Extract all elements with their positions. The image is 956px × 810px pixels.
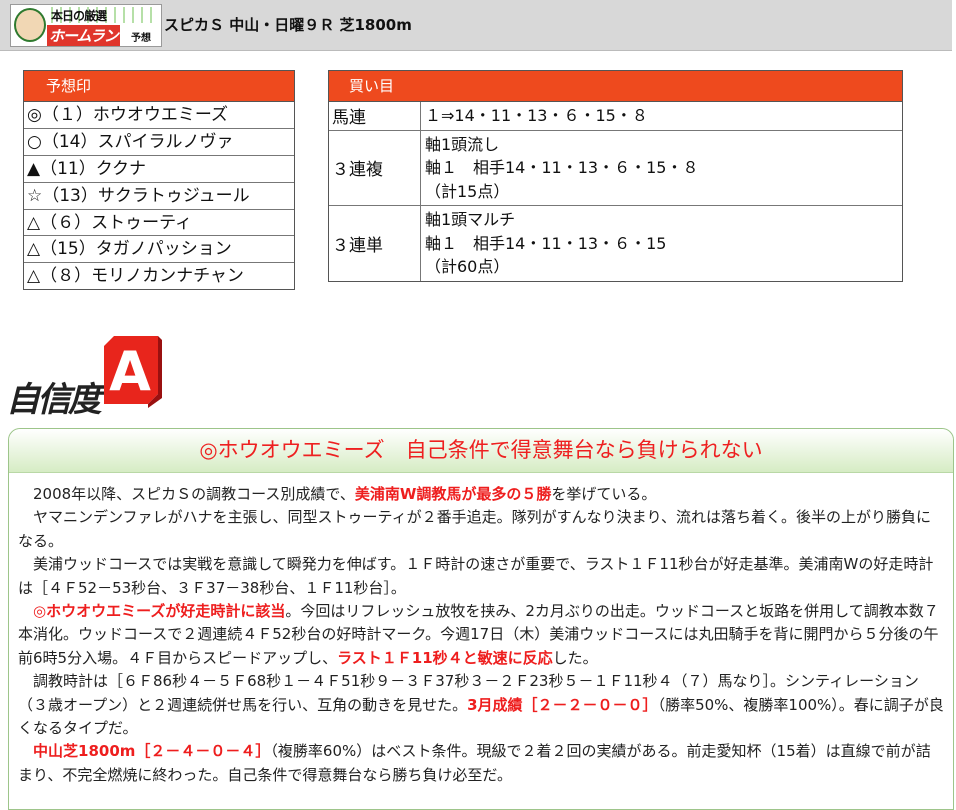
bet-row-sanrenpuku: ３連複 軸1頭流し 軸１ 相手14・11・13・６・15・８ （計15点） bbox=[329, 129, 902, 206]
bet-row-umaren: 馬連 １⇒14・11・13・６・15・８ bbox=[329, 102, 902, 130]
mark-row: △（８）モリノカンナチャン bbox=[24, 262, 294, 289]
text bbox=[18, 742, 33, 760]
highlight: ラスト１Ｆ11秒４と敏速に反応 bbox=[337, 648, 553, 667]
bet-detail: 軸1頭流し 軸１ 相手14・11・13・６・15・８ （計15点） bbox=[421, 131, 902, 206]
bet-line: 軸1頭マルチ bbox=[425, 210, 516, 229]
article-body: 2008年以降、スピカＳの調教コース別成績で、美浦南W調教馬が最多の５勝を挙げて… bbox=[9, 473, 953, 787]
mark-row: ▲（11）ククナ bbox=[24, 154, 294, 182]
mark-row: △（６）ストゥーティ bbox=[24, 208, 294, 236]
highlight: ◎ホウオウエミーズが好走時計に該当 bbox=[33, 602, 286, 621]
paragraph: ◎ホウオウエミーズが好走時計に該当。今回はリフレッシュ放牧を挟み、2カ月ぶりの出… bbox=[18, 600, 944, 670]
mark-row: △（15）タガノパッション bbox=[24, 235, 294, 262]
analysis-article: ◎ホウオウエミーズ 自己条件で得意舞台なら負けられない 2008年以降、スピカＳ… bbox=[8, 428, 954, 810]
bet-detail: 軸1頭マルチ 軸１ 相手14・11・13・６・15 （計60点） bbox=[421, 206, 902, 281]
paragraph: ヤマニンデンファレがハナを主張し、同型ストゥーティが２番手追走。隊列がすんなり決… bbox=[18, 508, 932, 550]
bets-table: 買い目 馬連 １⇒14・11・13・６・15・８ ３連複 軸1頭流し 軸１ 相手… bbox=[328, 70, 903, 282]
header-bar: 本日の厳選 ホームラン 予想 スピカＳ 中山・日曜９Ｒ 芝1800m bbox=[0, 0, 952, 51]
bet-line: 軸１ 相手14・11・13・６・15 bbox=[425, 233, 667, 253]
highlight: 中山芝1800m［２－４－０－４］ bbox=[33, 742, 271, 761]
highlight: 3月成績［２－２－０－０］ bbox=[467, 695, 658, 714]
logo-face-icon bbox=[14, 8, 46, 42]
mark-row: ◎（１）ホウオウエミーズ bbox=[27, 105, 228, 125]
marks-heading: 予想印 bbox=[24, 71, 294, 102]
text: 2008年以降、スピカＳの調教コース別成績で、 bbox=[18, 485, 355, 503]
logo-line3: 予想 bbox=[131, 33, 151, 44]
highlight: 美浦南W調教馬が最多の５勝 bbox=[354, 485, 552, 503]
paragraph: 中山芝1800m［２－４－０－４］（複勝率60%）はベスト条件。現級で２着２回の… bbox=[18, 740, 944, 787]
confidence-grade: A bbox=[109, 340, 151, 403]
bets-heading: 買い目 bbox=[329, 71, 902, 102]
bet-type: ３連複 bbox=[329, 130, 421, 205]
bet-line: （計15点） bbox=[425, 181, 510, 201]
race-title: スピカＳ 中山・日曜９Ｒ 芝1800m bbox=[164, 16, 412, 34]
bet-line: 軸１ 相手14・11・13・６・15・８ bbox=[425, 158, 699, 177]
mark-row: ☆（13）サクラトゥジュール bbox=[24, 181, 294, 209]
paragraph: 美浦ウッドコースでは実戦を意識して瞬発力を伸ばす。１Ｆ時計の速さが重要で、ラスト… bbox=[18, 555, 934, 597]
text: した。 bbox=[552, 648, 598, 667]
article-headline: ◎ホウオウエミーズ 自己条件で得意舞台なら負けられない bbox=[9, 429, 953, 473]
bet-type: 馬連 bbox=[329, 102, 421, 130]
confidence-badge-icon: A bbox=[104, 336, 162, 408]
paragraph: 2008年以降、スピカＳの調教コース別成績で、美浦南W調教馬が最多の５勝を挙げて… bbox=[18, 483, 944, 506]
text: を挙げている。 bbox=[551, 485, 657, 503]
logo-line2: ホームラン bbox=[47, 25, 120, 46]
bet-line: １⇒14・11・13・６・15・８ bbox=[425, 106, 648, 125]
bet-type: ３連単 bbox=[329, 206, 421, 281]
confidence-label: 自信度 bbox=[6, 380, 102, 420]
bet-line: （計60点） bbox=[425, 257, 510, 276]
logo-line1: 本日の厳選 bbox=[51, 9, 107, 23]
prediction-marks-table: 予想印 ◎（１）ホウオウエミーズ ○（14）スパイラルノヴァ ▲（11）ククナ … bbox=[23, 70, 295, 291]
bet-detail: １⇒14・11・13・６・15・８ bbox=[421, 102, 902, 130]
bet-row-sanrentan: ３連単 軸1頭マルチ 軸１ 相手14・11・13・６・15 （計60点） bbox=[329, 205, 902, 281]
bet-line: 軸1頭流し bbox=[425, 134, 500, 154]
mark-row: ○（14）スパイラルノヴァ bbox=[24, 127, 294, 155]
paragraph: 調教時計は［６Ｆ86秒４－５Ｆ68秒１－４Ｆ51秒９－３Ｆ37秒３－２Ｆ23秒５… bbox=[18, 670, 944, 740]
text bbox=[18, 602, 33, 620]
site-logo[interactable]: 本日の厳選 ホームラン 予想 bbox=[10, 4, 162, 47]
